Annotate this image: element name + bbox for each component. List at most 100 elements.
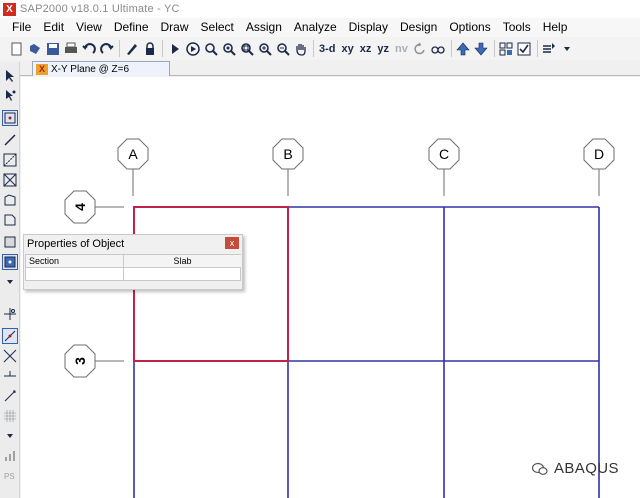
draw-rect-icon[interactable] bbox=[2, 234, 18, 250]
pointer-icon[interactable] bbox=[2, 68, 18, 84]
grid-bubble-3[interactable]: 3 bbox=[64, 344, 96, 378]
zoom-extents-icon[interactable] bbox=[238, 40, 255, 57]
quick-draw-frame-icon[interactable] bbox=[2, 152, 18, 168]
draw-poly-area-icon[interactable] bbox=[2, 192, 18, 208]
window-title: SAP2000 v18.0.1 Ultimate - YC bbox=[20, 3, 180, 15]
view-tab-strip: X X-Y Plane @ Z=6 bbox=[20, 60, 640, 76]
perspective-glasses-icon[interactable] bbox=[430, 40, 447, 57]
grid-label-c: C bbox=[439, 146, 449, 162]
menu-analyze[interactable]: Analyze bbox=[288, 18, 343, 37]
toolbar-divider bbox=[119, 40, 120, 57]
snap-line-end-icon[interactable] bbox=[2, 388, 18, 404]
lock-icon[interactable] bbox=[141, 40, 158, 57]
menu-design[interactable]: Design bbox=[394, 18, 443, 37]
grid-bubble-4[interactable]: 4 bbox=[64, 190, 96, 224]
properties-grid: Section Slab bbox=[25, 254, 241, 281]
wechat-icon bbox=[532, 462, 548, 475]
sap2000-app-icon: X bbox=[3, 2, 16, 16]
section-header: Section bbox=[26, 255, 124, 268]
open-icon[interactable] bbox=[26, 40, 43, 57]
pan-hand-icon[interactable] bbox=[292, 40, 309, 57]
sap-view-icon: X bbox=[36, 63, 48, 75]
menu-draw[interactable]: Draw bbox=[155, 18, 195, 37]
zoom-in-icon[interactable] bbox=[256, 40, 273, 57]
print-icon[interactable] bbox=[62, 40, 79, 57]
toolbar-divider bbox=[162, 40, 163, 57]
toolbar-divider bbox=[313, 40, 314, 57]
zoom-restore-icon[interactable] bbox=[220, 40, 237, 57]
menu-tools[interactable]: Tools bbox=[497, 18, 537, 37]
view-yz-button[interactable]: yz bbox=[375, 43, 391, 55]
assign-dropdown-icon[interactable] bbox=[541, 40, 558, 57]
grid-bubble-d[interactable]: D bbox=[583, 138, 615, 170]
quick-draw-braces-icon[interactable] bbox=[2, 172, 18, 188]
move-down-icon[interactable] bbox=[473, 40, 490, 57]
grid-empty-cell bbox=[26, 268, 124, 280]
close-button[interactable]: x bbox=[225, 237, 239, 249]
menu-display[interactable]: Display bbox=[343, 18, 394, 37]
snap-intersection-icon[interactable] bbox=[2, 348, 18, 364]
grid-label-3: 3 bbox=[72, 357, 88, 365]
left-toolbar: PS bbox=[0, 62, 20, 498]
reshape-pointer-icon[interactable] bbox=[2, 88, 18, 104]
watermark: ABAQUS bbox=[532, 460, 619, 477]
menu-view[interactable]: View bbox=[70, 18, 108, 37]
tab-label: X-Y Plane @ Z=6 bbox=[51, 63, 130, 75]
grid-label-b: B bbox=[283, 146, 292, 162]
menu-edit[interactable]: Edit bbox=[37, 18, 70, 37]
slab-header: Slab bbox=[124, 255, 241, 268]
display-options-icon[interactable] bbox=[498, 40, 515, 57]
snap-fine-grid-icon[interactable] bbox=[2, 408, 18, 424]
menu-define[interactable]: Define bbox=[108, 18, 155, 37]
display-stress-icon[interactable] bbox=[2, 448, 18, 464]
move-up-icon[interactable] bbox=[455, 40, 472, 57]
svg-text:PS: PS bbox=[4, 472, 15, 481]
draw-frame-icon[interactable] bbox=[2, 132, 18, 148]
toolbar-divider bbox=[536, 40, 538, 57]
main-toolbar: 3-d xy xz yz nv bbox=[0, 37, 640, 60]
menu-assign[interactable]: Assign bbox=[240, 18, 288, 37]
ps-icon[interactable]: PS bbox=[2, 468, 18, 484]
properties-title: Properties of Object bbox=[27, 238, 125, 250]
menu-options[interactable]: Options bbox=[443, 18, 496, 37]
watermark-text: ABAQUS bbox=[554, 460, 619, 477]
toolbar-divider bbox=[450, 40, 452, 57]
draw-joint-icon[interactable] bbox=[2, 110, 18, 126]
grid-label-4: 4 bbox=[72, 203, 88, 211]
quick-draw-area-icon[interactable] bbox=[2, 254, 18, 270]
grid-bubble-c[interactable]: C bbox=[428, 138, 460, 170]
toolbar-divider bbox=[493, 40, 495, 57]
menu-file[interactable]: File bbox=[6, 18, 37, 37]
grid-bubble-b[interactable]: B bbox=[272, 138, 304, 170]
title-bar: X SAP2000 v18.0.1 Ultimate - YC bbox=[0, 0, 640, 18]
new-model-icon[interactable] bbox=[8, 40, 25, 57]
view-xz-button[interactable]: xz bbox=[358, 43, 374, 55]
rotate-icon[interactable] bbox=[412, 40, 429, 57]
run-analysis-icon[interactable] bbox=[166, 40, 183, 57]
save-icon[interactable] bbox=[44, 40, 61, 57]
checkbox-select-icon[interactable] bbox=[516, 40, 533, 57]
menu-bar: File Edit View Define Draw Select Assign… bbox=[0, 18, 640, 37]
view-xy-button[interactable]: xy bbox=[340, 43, 356, 55]
view-3d-button[interactable]: 3-d bbox=[317, 43, 338, 55]
view-nv-button[interactable]: nv bbox=[393, 43, 410, 55]
menu-select[interactable]: Select bbox=[195, 18, 240, 37]
pencil-icon[interactable] bbox=[123, 40, 140, 57]
redo-icon[interactable] bbox=[98, 40, 115, 57]
grid-bubble-a[interactable]: A bbox=[117, 138, 149, 170]
zoom-window-icon[interactable] bbox=[202, 40, 219, 57]
snap-perpendicular-icon[interactable] bbox=[2, 368, 18, 384]
grid-label-a: A bbox=[128, 146, 138, 162]
chevron-down-icon[interactable] bbox=[559, 40, 576, 57]
tab-xy-plane[interactable]: X X-Y Plane @ Z=6 bbox=[32, 61, 170, 76]
chevron-down-icon[interactable] bbox=[2, 274, 18, 290]
run-step-icon[interactable] bbox=[184, 40, 201, 57]
snap-line-icon[interactable] bbox=[2, 328, 18, 344]
undo-icon[interactable] bbox=[80, 40, 97, 57]
chevron-down-icon[interactable] bbox=[2, 428, 18, 444]
menu-help[interactable]: Help bbox=[537, 18, 574, 37]
zoom-out-icon[interactable] bbox=[274, 40, 291, 57]
draw-rect-area-icon[interactable] bbox=[2, 212, 18, 228]
snap-point-icon[interactable] bbox=[2, 306, 18, 322]
sap2000-window: X SAP2000 v18.0.1 Ultimate - YC File Edi… bbox=[0, 0, 640, 498]
